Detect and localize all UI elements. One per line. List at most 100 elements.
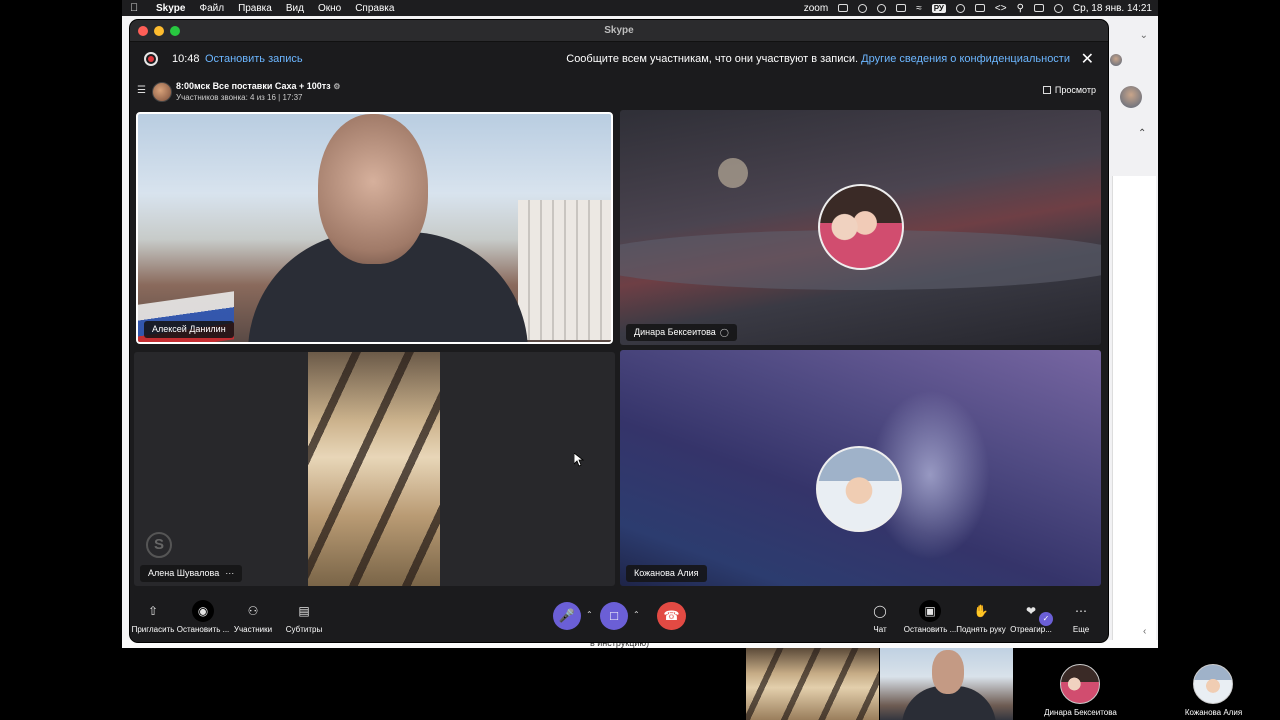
- wifi-icon[interactable]: ≈: [916, 3, 922, 14]
- menu-edit[interactable]: Правка: [238, 3, 272, 14]
- menu-app-skype[interactable]: Skype: [156, 3, 185, 14]
- camera-icon: □: [610, 608, 618, 623]
- grid-view-icon: [1042, 86, 1051, 94]
- participant-video: [308, 352, 440, 586]
- battery-icon[interactable]: [896, 4, 907, 12]
- participant-name: Динара Бексеитова: [634, 327, 716, 337]
- call-header: ☰ 8:00мск Все поставки Саха + 100тз ⚙ Уч…: [130, 76, 1108, 108]
- zoom-status-label[interactable]: zoom: [804, 3, 828, 14]
- code-icon[interactable]: <>: [995, 3, 1007, 14]
- settings-icon[interactable]: ⚙: [333, 82, 340, 91]
- subtitles-button[interactable]: ▤ Субтитры: [274, 600, 334, 634]
- person-head: [932, 650, 964, 694]
- recording-notice: Сообщите всем участникам, что они участв…: [566, 53, 1070, 65]
- status-app-icon[interactable]: [838, 4, 849, 12]
- menu-view[interactable]: Вид: [286, 3, 304, 14]
- telegram-icon[interactable]: [877, 3, 887, 13]
- participant-name-tag: Кожанова Алия: [626, 565, 707, 582]
- call-subtitle: Участников звонка: 4 из 16 | 17:37: [176, 93, 303, 102]
- participant-avatar: [816, 446, 902, 532]
- background-building: [518, 200, 611, 340]
- chevron-up-icon[interactable]: ⌃: [1138, 128, 1146, 139]
- participant-video: [248, 114, 528, 342]
- recording-timer: 10:48: [172, 53, 200, 65]
- menu-file[interactable]: Файл: [199, 3, 224, 14]
- spotlight-search-icon[interactable]: ⚲: [1017, 3, 1024, 14]
- avatar[interactable]: [1120, 86, 1142, 108]
- avatar[interactable]: [1110, 54, 1122, 66]
- captions-icon: ▤: [298, 604, 310, 618]
- mic-options-caret-icon[interactable]: ⌃: [586, 610, 593, 619]
- hang-up-icon: ☎: [663, 608, 680, 623]
- participant-avatar: [818, 184, 904, 270]
- window-frame-decoration: [308, 352, 440, 586]
- time-machine-icon[interactable]: [955, 3, 965, 13]
- close-icon[interactable]: ✕: [1081, 49, 1094, 69]
- camera-options-caret-icon[interactable]: ⌃: [633, 610, 640, 619]
- record-icon: ◉: [192, 600, 214, 622]
- more-options-icon[interactable]: ⋯: [225, 568, 234, 578]
- call-toolbar: ⇧ Пригласить ◉ Остановить ... ⚇ Участник…: [130, 592, 1108, 642]
- avatar: [1060, 664, 1100, 704]
- more-button[interactable]: ⋯ Еще: [1051, 600, 1108, 634]
- microphone-button[interactable]: 🎤: [553, 602, 581, 630]
- macos-menu-bar:  Skype Файл Правка Вид Окно Справка zoo…: [122, 0, 1158, 16]
- mouse-cursor-icon: [574, 453, 584, 467]
- window-title: Skype: [604, 25, 634, 36]
- recording-notice-text: Сообщите всем участникам, что они участв…: [566, 53, 859, 65]
- more-label: Еще: [1072, 625, 1090, 634]
- participant-name-tag: Алена Шувалова ⋯: [140, 565, 243, 582]
- menu-bar-status-area: zoom ≈ РУ <> ⚲ Ср, 18 янв. 14:21: [804, 0, 1152, 16]
- stop-recording-link[interactable]: Остановить запись: [205, 53, 303, 65]
- thumbnail-aleksey[interactable]: [880, 648, 1013, 720]
- record-icon: [144, 52, 158, 66]
- participant-name-tag: Динара Бексеитова ◯: [626, 324, 737, 341]
- participant-name: Кожанова Алия: [634, 568, 699, 578]
- chevron-left-icon[interactable]: ‹: [1143, 626, 1146, 637]
- mic-muted-icon: ◯: [719, 328, 729, 337]
- background-panel: ‹: [1112, 176, 1156, 658]
- privacy-link[interactable]: Другие сведения о конфиденциальности: [861, 53, 1070, 65]
- participant-name: Алексей Данилин: [152, 324, 226, 334]
- apple-menu-icon[interactable]: : [130, 2, 144, 14]
- stop-share-icon: ▣: [919, 600, 941, 622]
- video-tile-alena[interactable]: S Алена Шувалова ⋯: [134, 352, 615, 586]
- menu-clock[interactable]: Ср, 18 янв. 14:21: [1073, 3, 1152, 14]
- input-language-badge[interactable]: РУ: [931, 3, 946, 13]
- video-tile-aliya[interactable]: Кожанова Алия: [620, 350, 1101, 586]
- thumbnail-aliya[interactable]: Кожанова Алия: [1147, 648, 1280, 720]
- background-sidebar: ⌄ ⌃ ‹: [1108, 16, 1158, 658]
- hang-up-button[interactable]: ☎: [657, 602, 686, 630]
- thumbnail-name: Динара Бексеитова: [1044, 708, 1117, 717]
- skype-window: Skype 10:48 Остановить запись Сообщите в…: [130, 20, 1108, 642]
- keyboard-icon[interactable]: [974, 4, 985, 12]
- subtitles-label: Субтитры: [285, 625, 323, 634]
- participant-name-tag: Алексей Данилин: [144, 321, 234, 338]
- more-icon: ⋯: [1075, 604, 1087, 618]
- microphone-icon: 🎤: [558, 608, 576, 623]
- background-moon: [718, 158, 748, 188]
- person-head: [318, 114, 428, 264]
- window-titlebar: Skype: [130, 20, 1108, 42]
- group-avatar[interactable]: [152, 82, 172, 102]
- people-icon: ⚇: [247, 604, 259, 618]
- skype-logo-icon: S: [146, 532, 172, 558]
- chevron-down-icon[interactable]: ⌄: [1140, 30, 1148, 41]
- view-button[interactable]: Просмотр: [1042, 85, 1096, 95]
- thumbnail-dinara[interactable]: Динара Бексеитова: [1014, 648, 1147, 720]
- view-button-label: Просмотр: [1054, 85, 1096, 95]
- menu-window[interactable]: Окно: [318, 3, 341, 14]
- recording-banner: 10:48 Остановить запись Сообщите всем уч…: [130, 42, 1108, 76]
- siri-icon[interactable]: [1053, 3, 1063, 13]
- menu-help[interactable]: Справка: [355, 3, 394, 14]
- hamburger-icon[interactable]: ☰: [137, 85, 146, 96]
- thumbnail-alena[interactable]: [746, 648, 879, 720]
- video-tile-dinara[interactable]: Динара Бексеитова ◯: [620, 110, 1101, 345]
- video-tile-aleksey[interactable]: Алексей Данилин: [136, 112, 613, 344]
- check-icon[interactable]: [858, 3, 868, 13]
- thumbnail-name: Кожанова Алия: [1184, 708, 1243, 717]
- call-title[interactable]: 8:00мск Все поставки Саха + 100тз ⚙: [176, 81, 340, 91]
- control-center-icon[interactable]: [1033, 4, 1044, 12]
- participant-name: Алена Шувалова: [148, 568, 220, 578]
- camera-button[interactable]: □: [600, 602, 628, 630]
